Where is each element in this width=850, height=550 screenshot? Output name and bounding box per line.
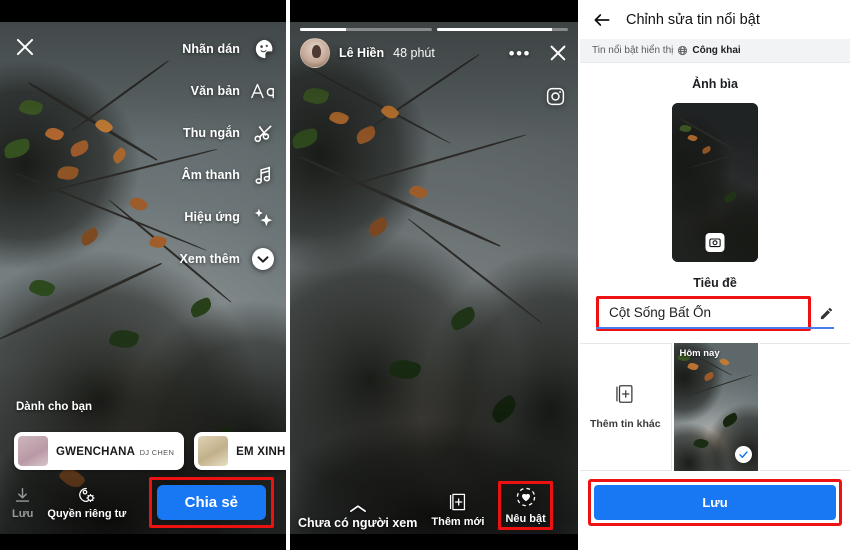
instagram-icon[interactable] [545, 86, 566, 107]
privacy-gear-icon [77, 485, 97, 505]
panel-story-composer: Nhãn dán Văn bản Thu ngắn Âm thanh Hiệu … [0, 0, 286, 550]
story-date-label: Hôm nay [679, 347, 720, 359]
composer-tool-menu: Nhãn dán Văn bản Thu ngắn Âm thanh Hiệu … [179, 36, 276, 272]
privacy-action-label: Quyền riêng tư [47, 508, 127, 520]
story-progress-bar[interactable] [300, 28, 568, 31]
privacy-action[interactable]: Quyền riêng tư [47, 485, 126, 520]
sparkles-icon [250, 204, 276, 230]
title-underline [596, 327, 834, 329]
story-timestamp: 48 phút [393, 46, 435, 60]
music-section-label: Dành cho bạn [16, 401, 93, 413]
globe-icon [677, 45, 688, 56]
save-action-label: Lưu [12, 507, 34, 520]
music-suggestions: GWENCHANA DJ CHEN EM XINH MONO, ONIONN. … [14, 432, 286, 470]
album-art [18, 436, 48, 466]
progress-segment [300, 28, 432, 31]
tool-trim[interactable]: Thu ngắn [183, 120, 276, 146]
cover-photo-thumbnail[interactable] [672, 103, 758, 262]
page-title: Chỉnh sửa tin nổi bật [626, 12, 760, 28]
tool-sound[interactable]: Âm thanh [182, 162, 276, 188]
tool-text[interactable]: Văn bản [191, 78, 276, 104]
story-viewer-actions: Chưa có người xem Thêm mới Nêu bật [290, 481, 578, 534]
music-artist: DJ CHEN [139, 447, 175, 457]
progress-segment [436, 28, 568, 31]
privacy-bar[interactable]: Tin nổi bật hiển thị Công khai [580, 39, 850, 63]
viewers-label: Chưa có người xem [298, 516, 418, 530]
status-bar-top [290, 0, 578, 22]
composer-bottom-actions: Lưu Quyền riêng tư Chia sẻ [0, 477, 286, 528]
tool-trim-label: Thu ngắn [182, 126, 240, 140]
tool-sticker[interactable]: Nhãn dán [182, 36, 276, 62]
tool-effects[interactable]: Hiệu ứng [184, 204, 276, 230]
music-note-icon [250, 162, 276, 188]
close-icon[interactable] [14, 36, 36, 58]
nav-bar-bottom [290, 534, 578, 550]
privacy-value: Công khai [692, 45, 741, 56]
highlight-button[interactable]: Nêu bật [498, 481, 553, 530]
tool-text-label: Văn bản [190, 84, 240, 98]
tool-sound-label: Âm thanh [181, 168, 240, 182]
share-button[interactable]: Chia sẻ [156, 485, 266, 520]
add-more-stories-card[interactable]: Thêm tin khác [580, 342, 672, 471]
edit-highlight-header: Chỉnh sửa tin nổi bật [580, 0, 850, 39]
add-to-story-button[interactable]: Thêm mới [427, 489, 488, 530]
album-art [198, 436, 229, 466]
avatar[interactable] [300, 38, 330, 68]
highlight-label: Nêu bật [505, 513, 546, 525]
nav-bar-bottom [0, 534, 286, 550]
tool-sticker-label: Nhãn dán [182, 42, 240, 56]
chevron-up-icon [349, 502, 367, 515]
add-more-stories-label: Thêm tin khác [589, 418, 661, 431]
screenshot-root: Nhãn dán Văn bản Thu ngắn Âm thanh Hiệu … [0, 0, 850, 550]
pencil-icon[interactable] [819, 306, 834, 321]
add-story-icon [613, 383, 637, 410]
save-button-highlight: Lưu [588, 478, 842, 526]
music-title: EM XINH [236, 445, 286, 458]
music-title: GWENCHANA [56, 445, 136, 458]
status-bar-top [0, 0, 286, 22]
story-header: Lê Hiền 48 phút ••• [300, 38, 568, 68]
tool-more-label: Xem thêm [179, 252, 240, 266]
more-dots-icon[interactable]: ••• [509, 45, 531, 62]
share-button-highlight: Chia sẻ [148, 477, 274, 528]
back-arrow-icon[interactable] [592, 10, 612, 30]
panel-story-viewer: Lê Hiền 48 phút ••• Chưa có người xem Th… [290, 0, 578, 550]
stories-row-filler [759, 342, 850, 471]
music-card[interactable]: GWENCHANA DJ CHEN [14, 432, 185, 470]
chevron-down-icon [250, 246, 276, 272]
title-label: Tiêu đề [693, 276, 737, 290]
highlight-heart-icon [514, 486, 538, 510]
sticker-icon [250, 36, 276, 62]
title-input[interactable] [605, 303, 802, 323]
save-button[interactable]: Lưu [594, 484, 836, 520]
save-action[interactable]: Lưu [12, 486, 33, 520]
story-author-name: Lê Hiền [339, 46, 385, 60]
story-thumbnail[interactable]: Hôm nay [673, 342, 758, 471]
camera-icon[interactable] [705, 233, 725, 252]
music-card[interactable]: EM XINH MONO, ONIONN. [194, 432, 286, 470]
panel-edit-highlight: Chỉnh sửa tin nổi bật Tin nổi bật hiển t… [580, 0, 850, 550]
check-icon[interactable] [734, 445, 752, 463]
close-icon[interactable] [548, 43, 568, 63]
stories-row: Thêm tin khác Hôm nay [580, 342, 850, 471]
add-to-story-label: Thêm mới [431, 516, 485, 528]
privacy-prefix: Tin nổi bật hiển thị [592, 45, 674, 56]
title-input-highlight [596, 296, 811, 331]
tool-more[interactable]: Xem thêm [179, 246, 276, 272]
title-field-row [580, 296, 850, 331]
viewers-button[interactable]: Chưa có người xem [298, 502, 417, 530]
download-icon [13, 486, 32, 505]
cover-photo-label: Ảnh bìa [692, 77, 738, 91]
tool-effects-label: Hiệu ứng [184, 210, 240, 224]
text-aa-icon [250, 78, 276, 104]
scissors-icon [250, 120, 276, 146]
add-story-icon [447, 491, 469, 513]
